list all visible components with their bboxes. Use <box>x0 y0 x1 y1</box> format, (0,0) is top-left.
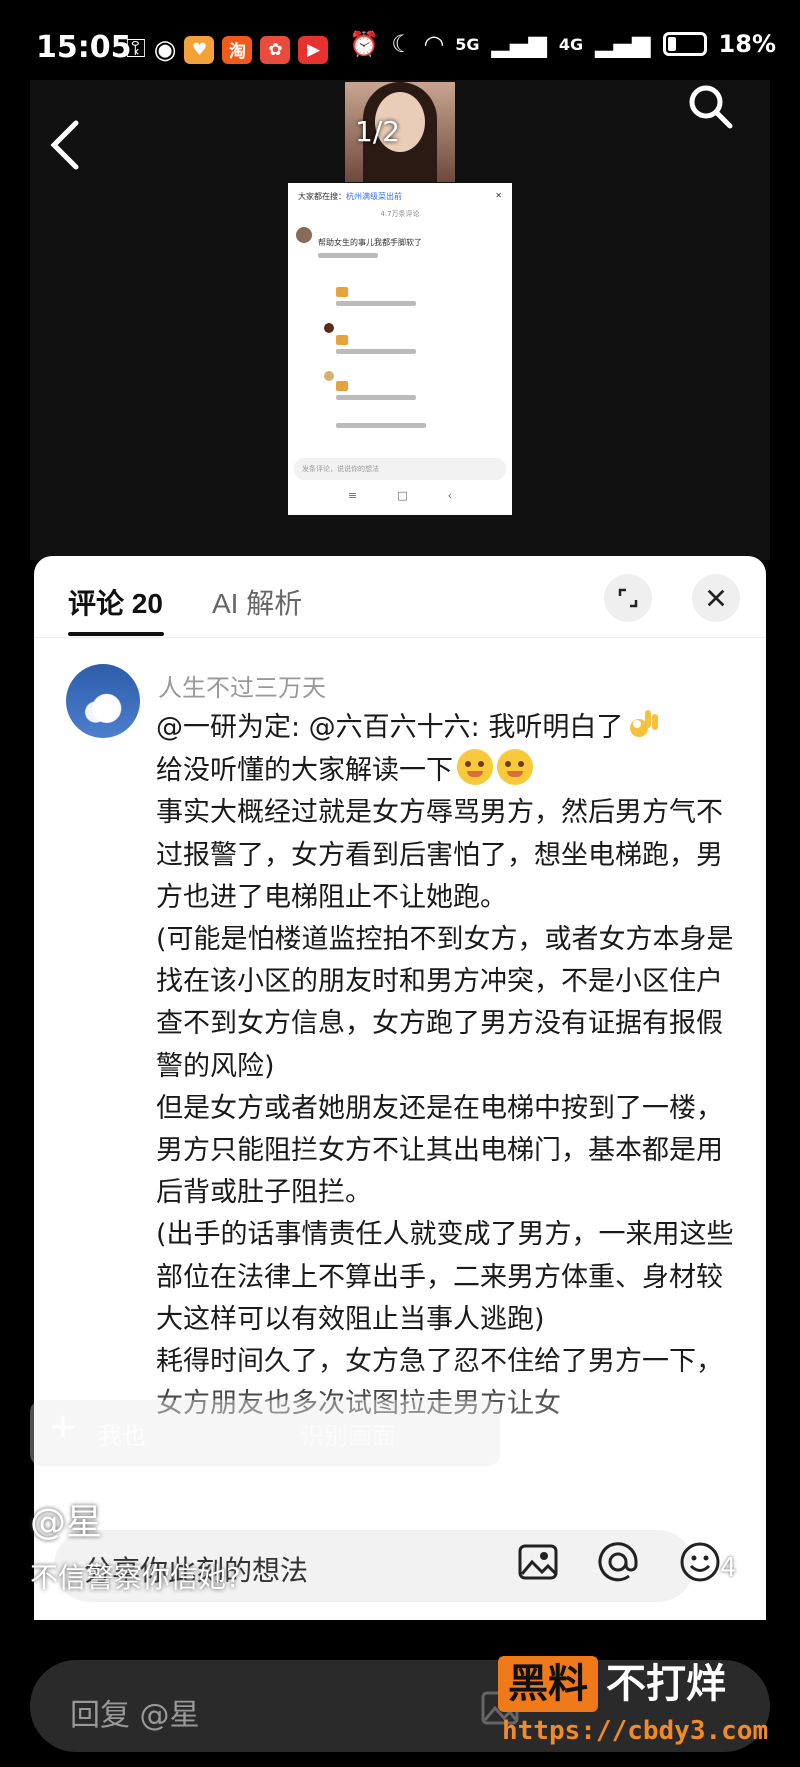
notification-icons: ⚿ ◉ ♥ 淘 ✿ ▶ <box>126 34 329 65</box>
panel-tabs: 评论 20 AI 解析 <box>34 556 766 638</box>
video-app-icon: ▶ <box>298 35 329 64</box>
mini-back-icon: ‹ <box>447 489 452 502</box>
heart-icon <box>697 1482 765 1543</box>
search-icon <box>689 85 733 129</box>
expand-button[interactable] <box>604 574 652 622</box>
plus-icon: + <box>48 1406 79 1447</box>
video-author[interactable]: @星 <box>30 1493 102 1545</box>
like-count: 4 <box>720 1553 737 1583</box>
mini-input: 发条评论，说说你的想法 <box>294 458 506 480</box>
comment-line-2: 给没听懂的大家解读一下 <box>156 755 453 787</box>
mini-comment: 帮助女生的事儿我都手脚软了 <box>296 227 502 267</box>
mini-close-icon: ✕ <box>495 191 502 200</box>
expand-icon <box>618 588 638 608</box>
eye-icon: ◉ <box>153 34 177 65</box>
mini-avatar <box>296 227 312 243</box>
comment-line-1: @一研为定: @六百六十六: 我听明白了 <box>156 712 624 743</box>
mini-home-icon: □ <box>397 489 408 502</box>
signal-icon-2: ▂▄▆ <box>595 30 651 58</box>
page-indicator: 1/2 <box>355 115 401 148</box>
moon-icon: ☾ <box>391 30 413 58</box>
comment-paragraph-4: (出手的话事情责任人就变成了男方，一来用这些部位在法律上不算出手，二来男方体重、… <box>156 1219 734 1335</box>
comment-paragraph-1: 事实大概经过就是女方辱骂男方，然后男方气不过报警了，女方看到后害怕了，想坐电梯跑… <box>156 797 723 913</box>
close-icon <box>707 589 725 607</box>
mini-top-comment: 帮助女生的事儿我都手脚软了 <box>318 238 422 247</box>
heart-app-icon: ♥ <box>184 35 215 64</box>
embedded-screenshot: 大家都在搜：杭州满级菜出前 ✕ 4.7万条评论 帮助女生的事儿我都手脚软了 发条… <box>288 183 512 515</box>
image-icon <box>518 1544 558 1580</box>
comment-body[interactable]: @一研为定: @六百六十六: 我听明白了 给没听懂的大家解读一下 事实大概经过就… <box>156 706 736 1425</box>
ghost-text-left: 我也 <box>98 1422 146 1450</box>
comment-username[interactable]: 人生不过三万天 <box>158 668 326 703</box>
key-icon: ⚿ <box>126 34 146 64</box>
back-button[interactable] <box>44 115 88 175</box>
ghost-text-right: 识别画面 <box>300 1422 396 1450</box>
comment-paragraph-3: 但是女方或者她朋友还是在电梯中按到了一楼，男方只能阻拦女方不让其出电梯门，基本都… <box>156 1092 723 1209</box>
flushed-emoji-icon-2 <box>497 749 533 786</box>
close-button[interactable] <box>692 574 740 622</box>
watermark-boxed: 黑料 <box>498 1656 598 1712</box>
flushed-emoji-icon <box>457 749 493 786</box>
watermark: 黑料 不打烊 <box>498 1656 726 1712</box>
image-button[interactable] <box>516 1540 560 1584</box>
avatar[interactable] <box>66 664 140 738</box>
signal-icon: ▂▄▆ <box>491 30 547 58</box>
wifi-icon: ◠ <box>424 30 444 58</box>
game-app-icon: ✿ <box>260 35 291 64</box>
reply-placeholder: 回复 @星 <box>70 1698 200 1733</box>
watermark-url: https://cbdy3.com <box>502 1716 769 1746</box>
search-button[interactable] <box>686 82 734 130</box>
mini-menu-icon: ≡ <box>347 489 358 502</box>
mini-search-term: 杭州满级菜出前 <box>346 192 402 201</box>
mini-nav-bar: ≡ □ ‹ <box>288 489 512 502</box>
tab-ai-analysis[interactable]: AI 解析 <box>212 582 302 622</box>
like-button[interactable] <box>694 1477 768 1547</box>
network-2: 4G <box>558 34 584 54</box>
comment-paragraph-2: (可能是怕楼道监控拍不到女方，或者女方本身是找在该小区的朋友时和男方冲突，不是小… <box>156 924 734 1082</box>
watermark-rest: 不打烊 <box>606 1661 726 1707</box>
mini-comment-count: 4.7万条评论 <box>380 210 420 218</box>
at-sign-icon <box>598 1542 638 1582</box>
status-right: ⏰ ☾ ◠ 5G ▂▄▆ 4G ▂▄▆ 18% <box>349 30 776 58</box>
taobao-app-icon: 淘 <box>222 35 253 64</box>
ok-hand-emoji-icon <box>630 710 659 737</box>
battery-level: 18% <box>718 30 776 58</box>
tab-comments[interactable]: 评论 20 <box>68 582 163 622</box>
mini-search-prefix: 大家都在搜： <box>298 192 346 201</box>
mention-button[interactable] <box>596 1540 640 1584</box>
video-caption: 不信警察你信她? <box>30 1561 241 1594</box>
chevron-left-icon <box>50 120 79 170</box>
network-1: 5G <box>455 34 480 54</box>
status-time: 15:05 <box>36 30 132 65</box>
battery-icon <box>662 32 707 56</box>
alarm-icon: ⏰ <box>349 30 380 58</box>
active-tab-indicator <box>68 632 164 636</box>
